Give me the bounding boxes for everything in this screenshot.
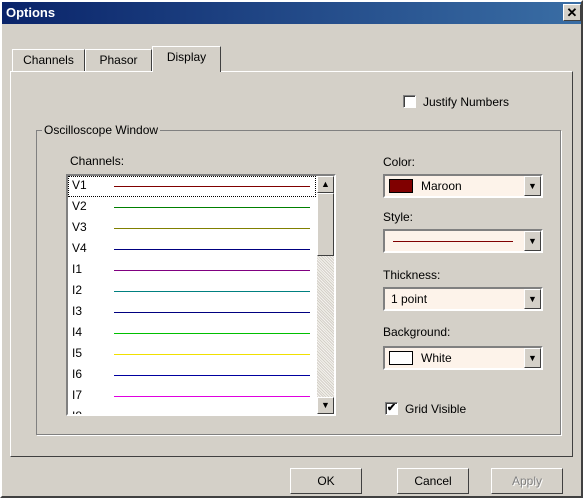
channel-row-i4[interactable]: I4	[68, 323, 316, 344]
ok-button[interactable]: OK	[290, 468, 362, 494]
scroll-up-icon[interactable]: ▲	[317, 176, 334, 193]
window-title: Options	[6, 5, 56, 20]
thickness-value: 1 point	[391, 292, 428, 306]
channel-row-i1[interactable]: I1	[68, 260, 316, 281]
channels-label: Channels:	[70, 154, 125, 168]
channel-line-sample	[114, 207, 310, 208]
color-value: Maroon	[421, 179, 462, 193]
channel-name: V3	[72, 220, 87, 234]
channel-row-i5[interactable]: I5	[68, 344, 316, 365]
channel-line-sample	[114, 249, 310, 250]
channel-line-sample	[114, 186, 310, 187]
tab-channels[interactable]: Channels	[12, 49, 85, 71]
background-swatch	[389, 351, 413, 365]
color-label: Color:	[383, 155, 416, 169]
style-line-sample	[393, 241, 513, 242]
channel-row-v2[interactable]: V2	[68, 197, 316, 218]
oscilloscope-window-title: Oscilloscope Window	[42, 123, 161, 137]
channel-row-i7[interactable]: I7	[68, 386, 316, 407]
cancel-button[interactable]: Cancel	[397, 468, 469, 494]
channels-listbox[interactable]: V1 V2 V3 V4 I1 I2 I3 I4 I5 I6 I7 I8 ▲ ▼	[66, 174, 336, 416]
style-select[interactable]: ▼	[383, 229, 543, 253]
close-icon[interactable]: ✕	[563, 4, 581, 21]
background-label: Background:	[383, 325, 451, 339]
channel-row-v4[interactable]: V4	[68, 239, 316, 260]
background-value: White	[421, 351, 452, 365]
justify-numbers-label: Justify Numbers	[423, 95, 510, 109]
channel-name: I2	[72, 283, 83, 297]
channel-row-v1[interactable]: V1	[68, 176, 316, 197]
tab-display[interactable]: Display	[152, 46, 221, 72]
grid-visible-label: Grid Visible	[405, 402, 467, 416]
channel-name: I4	[72, 325, 83, 339]
title-bar: Options	[2, 2, 581, 24]
channel-name: I7	[72, 388, 83, 402]
channel-line-sample	[114, 375, 310, 376]
channel-name: I5	[72, 346, 83, 360]
channel-line-sample	[114, 312, 310, 313]
channel-line-sample	[114, 228, 310, 229]
channel-name: I8	[72, 409, 83, 416]
options-dialog: Options ✕ Channels Phasor Display Justif…	[0, 0, 583, 498]
color-swatch	[389, 179, 413, 193]
thickness-label: Thickness:	[383, 268, 441, 282]
channel-name: V4	[72, 241, 87, 255]
channel-row-i6[interactable]: I6	[68, 365, 316, 386]
chevron-down-icon[interactable]: ▼	[524, 348, 541, 368]
scroll-down-icon[interactable]: ▼	[317, 397, 334, 414]
channel-name: I6	[72, 367, 83, 381]
background-select[interactable]: White ▼	[383, 346, 543, 370]
apply-button[interactable]: Apply	[491, 468, 563, 494]
channel-line-sample	[114, 291, 310, 292]
channel-row-i8[interactable]: I8	[68, 407, 316, 416]
chevron-down-icon[interactable]: ▼	[524, 176, 541, 196]
channel-row-v3[interactable]: V3	[68, 218, 316, 239]
tab-phasor[interactable]: Phasor	[85, 49, 152, 71]
channels-scrollbar[interactable]: ▲ ▼	[317, 176, 334, 414]
channel-line-sample	[114, 333, 310, 334]
channel-row-i3[interactable]: I3	[68, 302, 316, 323]
chevron-down-icon[interactable]: ▼	[524, 231, 541, 251]
channel-line-sample	[114, 270, 310, 271]
scroll-thumb[interactable]	[317, 193, 334, 256]
grid-visible-checkbox[interactable]: ✔	[385, 402, 398, 415]
channel-name: I1	[72, 262, 83, 276]
justify-numbers-checkbox[interactable]	[403, 95, 416, 108]
channel-name: V2	[72, 199, 87, 213]
channel-line-sample	[114, 354, 310, 355]
style-label: Style:	[383, 210, 414, 224]
channel-name: V1	[72, 178, 87, 192]
channel-name: I3	[72, 304, 83, 318]
channel-line-sample	[114, 396, 310, 397]
chevron-down-icon[interactable]: ▼	[524, 289, 541, 309]
thickness-select[interactable]: 1 point ▼	[383, 287, 543, 311]
channel-row-i2[interactable]: I2	[68, 281, 316, 302]
color-select[interactable]: Maroon ▼	[383, 174, 543, 198]
